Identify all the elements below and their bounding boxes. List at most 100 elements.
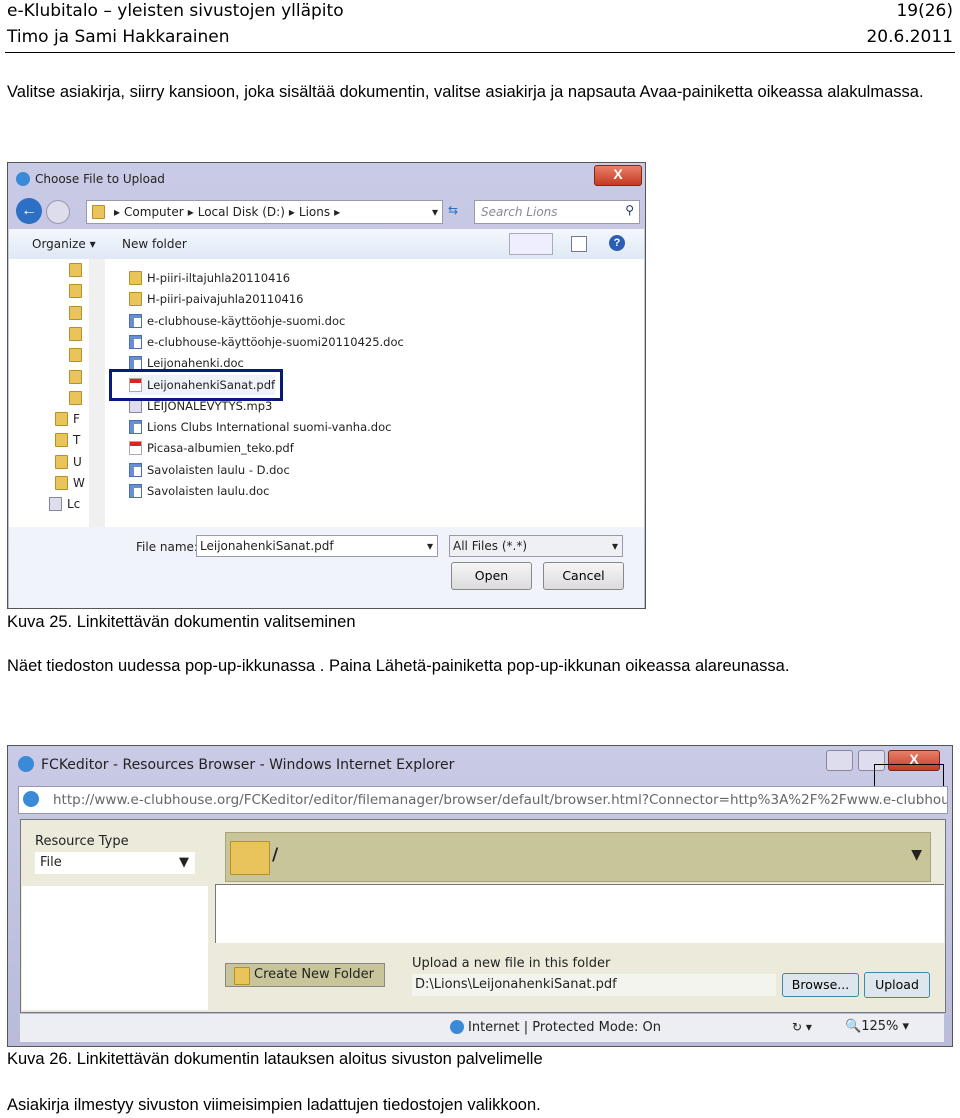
back-button[interactable]: ← <box>16 198 42 224</box>
close-button[interactable]: X <box>594 165 642 186</box>
figure-caption: Kuva 26. Linkitettävän dokumentin latauk… <box>7 1050 543 1068</box>
file-item[interactable]: Savolaisten laulu.doc <box>129 481 269 501</box>
instruction-paragraph: Valitse asiakirja, siirry kansioon, joka… <box>7 83 924 101</box>
nav-pane-item[interactable] <box>69 305 87 320</box>
figure-caption: Kuva 25. Linkitettävän dokumentin valits… <box>7 613 356 631</box>
file-type-select[interactable]: All Files (*.*) ▾ <box>449 535 623 557</box>
nav-pane-item[interactable]: W <box>55 476 85 490</box>
header-divider <box>5 52 955 53</box>
file-list <box>215 884 944 943</box>
dialog-footer: File name: LeijonahenkiSanat.pdf ▾ All Fi… <box>9 527 644 608</box>
document-title: e-Klubitalo – yleisten sivustojen ylläpi… <box>7 1 344 21</box>
folder-icon <box>55 476 68 490</box>
file-item[interactable]: H-piiri-paivajuhla20110416 <box>129 289 304 309</box>
nav-pane-item[interactable]: T <box>55 433 80 448</box>
globe-icon <box>450 1020 464 1034</box>
upload-label: Upload a new file in this folder <box>412 956 611 971</box>
breadcrumb-local-disk[interactable]: Local Disk (D:) <box>198 205 285 219</box>
breadcrumb-lions[interactable]: Lions <box>299 205 330 219</box>
folder-icon <box>92 205 105 219</box>
cancel-button[interactable]: Cancel <box>543 562 624 590</box>
status-bar: Internet | Protected Mode: On ↻ ▾ 🔍125% … <box>20 1014 944 1042</box>
selection-highlight <box>109 369 283 401</box>
search-input[interactable]: Search Lions ⚲ <box>474 200 640 224</box>
folder-icon <box>69 369 82 384</box>
file-name-input[interactable]: LeijonahenkiSanat.pdf ▾ <box>196 535 438 557</box>
nav-pane-item[interactable] <box>69 348 87 363</box>
folder-icon <box>55 454 68 469</box>
dialog-title: Choose File to Upload <box>35 172 165 186</box>
document-date: 20.6.2011 <box>866 27 953 47</box>
open-button[interactable]: Open <box>451 562 532 590</box>
folder-icon <box>69 390 82 405</box>
file-item[interactable]: Lions Clubs International suomi-vanha.do… <box>129 417 391 437</box>
nav-pane-item[interactable] <box>69 326 87 341</box>
folder-icon <box>129 271 142 285</box>
breadcrumb-computer[interactable]: Computer <box>124 205 184 219</box>
folder-icon <box>230 841 270 875</box>
folder-icon <box>69 348 82 363</box>
folder-icon <box>55 433 68 448</box>
chevron-down-icon[interactable]: ▼ <box>911 847 922 863</box>
nav-pane-item[interactable] <box>69 390 87 405</box>
resources-browser-window: FCKeditor - Resources Browser - Windows … <box>7 745 953 1047</box>
nav-pane-item[interactable] <box>69 369 87 384</box>
folder-path: / <box>272 845 279 865</box>
upload-button[interactable]: Upload <box>864 972 930 998</box>
chevron-down-icon[interactable]: ▾ <box>432 205 438 219</box>
nav-pane-item[interactable] <box>69 263 87 277</box>
view-options-button[interactable] <box>509 233 553 255</box>
toolbar: Organize ▾ New folder ? <box>9 229 644 259</box>
doc-icon <box>129 484 142 498</box>
nav-pane-item[interactable]: F <box>55 412 80 427</box>
minimize-button[interactable] <box>826 750 853 771</box>
pdf-icon <box>129 441 142 456</box>
folder-icon <box>69 326 82 341</box>
file-item[interactable]: H-piiri-iltajuhla20110416 <box>129 268 290 288</box>
authors: Timo ja Sami Hakkarainen <box>7 27 230 47</box>
closing-paragraph: Asiakirja ilmestyy sivuston viimeisimpie… <box>7 1096 541 1114</box>
address-bar[interactable]: http://www.e-clubhouse.org/FCKeditor/edi… <box>18 786 948 814</box>
file-item[interactable]: Picasa-albumien_teko.pdf <box>129 438 294 458</box>
doc-icon <box>129 462 142 477</box>
file-item[interactable]: e-clubhouse-käyttöohje-suomi.doc <box>129 311 345 331</box>
preview-pane-icon[interactable] <box>571 236 587 252</box>
instruction-paragraph: Näet tiedoston uudessa pop-up-ikkunassa … <box>7 657 790 675</box>
file-item[interactable]: Savolaisten laulu - D.doc <box>129 460 290 480</box>
folder-icon <box>129 292 142 307</box>
compatibility-icon[interactable]: ↻ ▾ <box>792 1020 812 1034</box>
page-number: 19(26) <box>896 1 953 21</box>
nav-pane-item[interactable]: U <box>55 454 82 469</box>
new-folder-button[interactable]: New folder <box>122 237 187 251</box>
nav-scrollbar[interactable] <box>89 259 105 527</box>
folder-icon <box>69 305 82 320</box>
doc-icon <box>129 313 142 328</box>
file-item[interactable]: e-clubhouse-käyttöohje-suomi20110425.doc <box>129 332 404 352</box>
url-text: http://www.e-clubhouse.org/FCKeditor/edi… <box>53 792 948 808</box>
resource-type-label: Resource Type <box>35 834 129 849</box>
ie-page-icon <box>23 791 39 807</box>
file-browser: F T U W Lc H-piiri-iltajuhla20110416 H-piiri-… <box>9 259 644 527</box>
current-folder-bar[interactable]: / ▼ <box>225 832 931 882</box>
file-name-label: File name: <box>136 540 198 554</box>
create-new-folder-button[interactable]: Create New Folder <box>225 963 385 987</box>
ie-icon <box>18 756 34 772</box>
folder-icon <box>234 967 250 985</box>
doc-icon <box>129 420 142 435</box>
resource-type-select[interactable]: File ▼ <box>35 852 195 874</box>
nav-pane-item[interactable] <box>69 284 87 299</box>
organize-button[interactable]: Organize ▾ <box>32 237 96 251</box>
ie-icon <box>16 172 30 186</box>
address-breadcrumb[interactable]: ▸ Computer ▸ Local Disk (D:) ▸ Lions ▸ ▾ <box>86 200 443 224</box>
folder-tree <box>22 886 208 1010</box>
upload-file-input[interactable]: D:\Lions\LeijonahenkiSanat.pdf <box>412 974 776 996</box>
file-manager-panel: Resource Type File ▼ / ▼ Create New Folde… <box>20 819 946 1013</box>
doc-icon <box>129 334 142 349</box>
nav-pane-item[interactable]: Lc <box>49 497 80 512</box>
zoom-level[interactable]: 🔍125% ▾ <box>845 1019 909 1034</box>
window-title: FCKeditor - Resources Browser - Windows … <box>41 757 455 773</box>
refresh-icon[interactable]: ⇆ <box>448 203 458 217</box>
help-icon[interactable]: ? <box>609 235 625 251</box>
browse-button[interactable]: Browse... <box>782 973 859 997</box>
forward-button[interactable] <box>46 200 70 224</box>
